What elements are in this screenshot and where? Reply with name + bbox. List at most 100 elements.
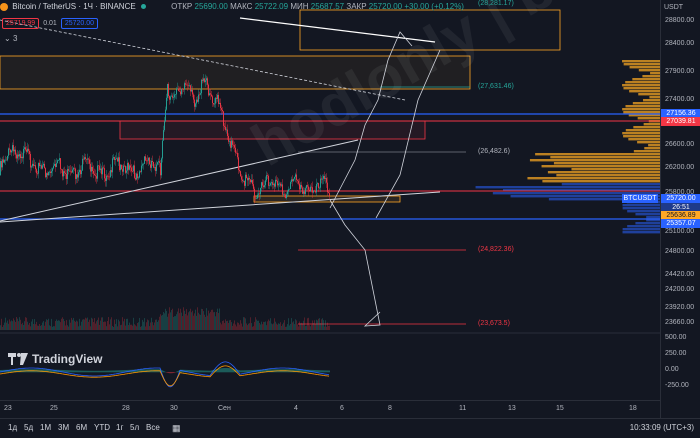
volume-bar bbox=[6, 322, 7, 330]
candle-body bbox=[224, 125, 225, 127]
volume-bar bbox=[70, 322, 71, 330]
candle-body bbox=[145, 156, 146, 161]
macd-histogram-bar bbox=[119, 370, 120, 373]
clock[interactable]: 10:33:09 (UTC+3) bbox=[630, 423, 694, 432]
volume-bar bbox=[279, 323, 280, 330]
symbol-title[interactable]: Bitcoin / TetherUS · 1Ч · BINANCE bbox=[12, 2, 135, 11]
volume-bar bbox=[241, 323, 242, 330]
timeframe-1[interactable]: 5д bbox=[24, 423, 33, 432]
candle-body bbox=[223, 111, 224, 126]
macd-histogram-bar bbox=[247, 370, 248, 373]
volume-bar bbox=[187, 315, 188, 330]
candle-body bbox=[196, 99, 197, 104]
tradingview-logo[interactable]: TradingView bbox=[8, 352, 102, 366]
indicator-count: 3 bbox=[12, 34, 18, 43]
volume-profile-bar bbox=[625, 129, 660, 132]
candle-body bbox=[318, 183, 319, 189]
candle-body bbox=[141, 165, 142, 173]
volume-profile-bar bbox=[646, 216, 660, 219]
volume-bar bbox=[37, 325, 38, 330]
timeframe-4[interactable]: 6М bbox=[76, 423, 87, 432]
candle-body bbox=[33, 163, 34, 166]
indicators-toggle[interactable]: ⌄ 3 bbox=[4, 34, 17, 43]
volume-bar bbox=[172, 308, 173, 330]
candle-body bbox=[297, 179, 298, 181]
candle-body bbox=[329, 193, 330, 196]
macd-histogram-bar bbox=[171, 372, 172, 374]
volume-bar bbox=[40, 325, 41, 330]
sell-button[interactable]: 25719.99 bbox=[2, 18, 40, 29]
candle-body bbox=[148, 157, 149, 161]
macd-histogram-bar bbox=[71, 370, 72, 373]
volume-bar bbox=[290, 323, 291, 330]
volume-bar bbox=[147, 319, 148, 330]
timeframe-5[interactable]: YTD bbox=[94, 423, 110, 432]
volume-bar bbox=[9, 319, 10, 330]
time-axis[interactable]: 23 25 28 30 Сен 4 6 8 11 13 15 18 bbox=[0, 400, 660, 419]
volume-bar bbox=[156, 319, 157, 330]
candle-body bbox=[195, 103, 196, 107]
macd-histogram-bar bbox=[92, 370, 93, 373]
timeframe-7[interactable]: 5л bbox=[130, 423, 139, 432]
price-tick: 24420.00 bbox=[665, 271, 695, 278]
candle-body bbox=[71, 171, 72, 173]
volume-bar bbox=[246, 323, 247, 330]
candle-body bbox=[222, 109, 223, 112]
candle-body bbox=[94, 173, 95, 176]
candle-body bbox=[78, 172, 79, 178]
macd-histogram-bar bbox=[68, 370, 69, 373]
volume-bar bbox=[140, 326, 141, 330]
candle-body bbox=[189, 85, 190, 86]
volume-bar bbox=[142, 319, 143, 330]
volume-bar bbox=[4, 322, 5, 330]
candle-body bbox=[186, 84, 187, 86]
volume-bar bbox=[190, 308, 191, 330]
timeframe-0[interactable]: 1д bbox=[8, 423, 17, 432]
trend-line-wedge-b[interactable] bbox=[0, 191, 441, 223]
timeframe-2[interactable]: 1М bbox=[40, 423, 51, 432]
candle-body bbox=[88, 158, 89, 160]
candle-body bbox=[260, 187, 261, 195]
macd-histogram-bar bbox=[76, 370, 77, 373]
macd-histogram-bar bbox=[94, 370, 95, 373]
candle-body bbox=[170, 96, 171, 100]
buy-button[interactable]: 25720.00 bbox=[60, 18, 99, 29]
chevron-down-icon[interactable]: ⌄ bbox=[4, 34, 11, 43]
candle-body bbox=[207, 78, 208, 85]
candle-body bbox=[100, 168, 101, 170]
volume-bar bbox=[232, 325, 233, 330]
macd-histogram-bar bbox=[225, 367, 226, 373]
currency-label[interactable]: USDT bbox=[664, 4, 683, 11]
timeframe-6[interactable]: 1г bbox=[116, 423, 123, 432]
candle-body bbox=[249, 177, 250, 180]
volume-bar bbox=[2, 326, 3, 330]
candle-body bbox=[102, 167, 103, 175]
timeframe-8[interactable]: Все bbox=[146, 423, 160, 432]
candle-body bbox=[201, 79, 202, 94]
candle-body bbox=[241, 176, 242, 180]
timeframe-3[interactable]: 3М bbox=[58, 423, 69, 432]
volume-bar bbox=[33, 323, 34, 330]
macd-histogram-bar bbox=[81, 370, 82, 373]
macd-histogram-bar bbox=[208, 370, 209, 373]
candle-body bbox=[28, 148, 29, 151]
candle-body bbox=[278, 183, 279, 186]
volume-bar bbox=[61, 318, 62, 330]
symbol-icon[interactable] bbox=[0, 2, 8, 11]
calendar-icon[interactable]: ▦ bbox=[172, 423, 181, 434]
volume-bar bbox=[151, 317, 152, 330]
volume-profile-bar bbox=[642, 75, 660, 78]
zone-small-orange[interactable] bbox=[253, 195, 401, 203]
candle-body bbox=[12, 145, 13, 151]
macd-histogram-bar bbox=[110, 370, 111, 373]
volume-bar bbox=[239, 324, 240, 330]
candle-body bbox=[140, 171, 141, 173]
candle-body bbox=[142, 164, 143, 166]
volume-bar bbox=[292, 322, 293, 330]
price-scale[interactable]: 28800.0028400.0027900.0027400.0027000.00… bbox=[660, 0, 700, 418]
volume-bar bbox=[311, 324, 312, 330]
volume-bar bbox=[197, 307, 198, 330]
high-value: 25722.09 bbox=[254, 2, 289, 11]
time-label: 6 bbox=[340, 405, 344, 412]
price-tick: 27900.00 bbox=[665, 68, 695, 75]
